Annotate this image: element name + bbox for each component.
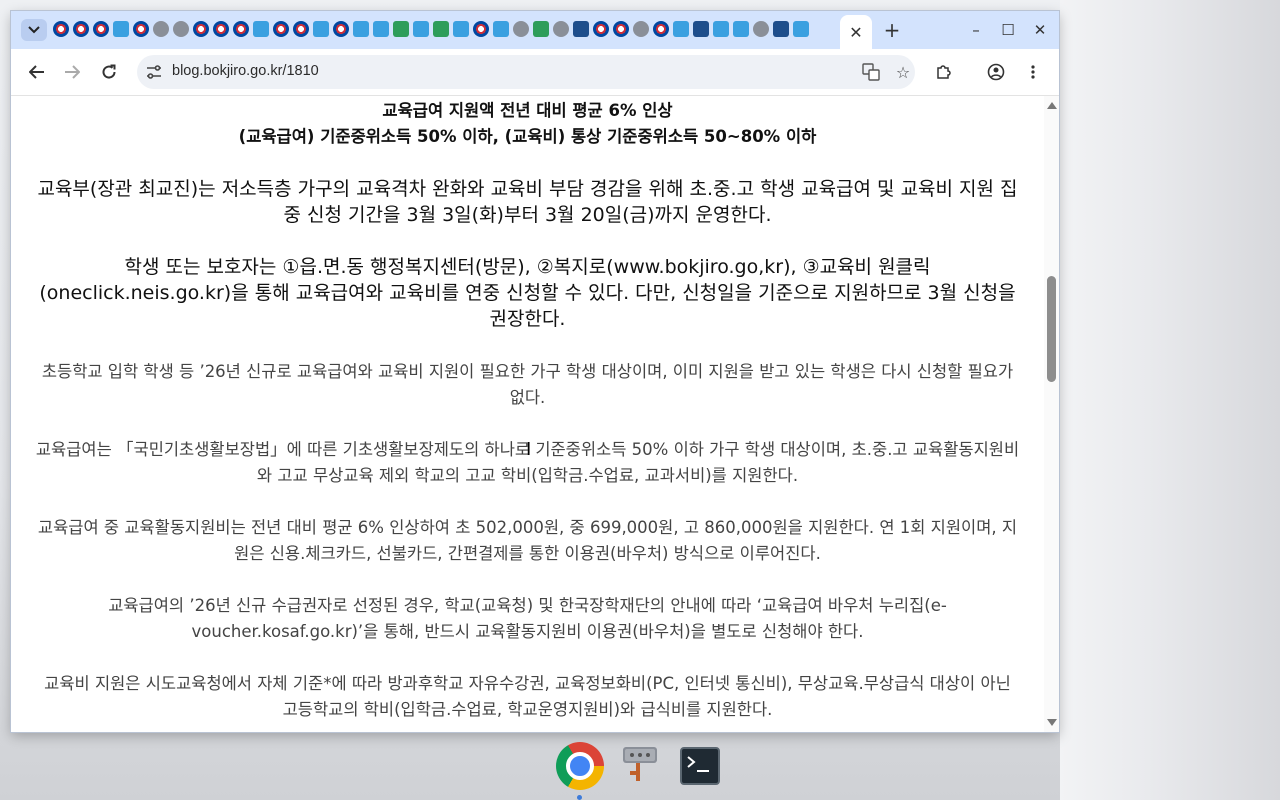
terminal-taskbar-button[interactable] bbox=[674, 740, 726, 792]
tab-favicon[interactable] bbox=[133, 21, 149, 37]
tab-favicon[interactable] bbox=[493, 21, 509, 37]
scroll-up-arrow-icon[interactable] bbox=[1047, 102, 1057, 109]
tab-favicon[interactable] bbox=[153, 21, 169, 37]
article-paragraph: 교육부(장관 최교진)는 저소득층 가구의 교육격차 완화와 교육비 부담 경감… bbox=[37, 178, 1018, 226]
text-cursor-icon: I bbox=[526, 439, 532, 460]
page-content: 교육급여 지원액 전년 대비 평균 6% 인상 (교육급여) 기준중위소득 50… bbox=[11, 96, 1044, 732]
tab-favicon[interactable] bbox=[233, 21, 249, 37]
reload-icon bbox=[102, 64, 116, 79]
forward-button[interactable] bbox=[59, 60, 85, 84]
browser-toolbar: blog.bokjiro.go.kr/1810 ☆ bbox=[11, 49, 1059, 96]
minimize-button[interactable]: – bbox=[964, 19, 988, 41]
scrollbar-thumb[interactable] bbox=[1047, 276, 1056, 382]
translate-icon[interactable] bbox=[861, 62, 881, 82]
address-bar[interactable]: blog.bokjiro.go.kr/1810 ☆ bbox=[137, 55, 915, 89]
scroll-down-arrow-icon[interactable] bbox=[1047, 719, 1057, 726]
article-paragraph: 교육비 지원은 시도교육청에서 자체 기준*에 따라 방과후학교 자유수강권, … bbox=[44, 674, 1011, 719]
tab-favicon[interactable] bbox=[333, 21, 349, 37]
tab-favicons bbox=[53, 21, 809, 39]
network-tool-icon bbox=[623, 747, 657, 781]
terminal-icon bbox=[680, 747, 720, 785]
tab-favicon[interactable] bbox=[593, 21, 609, 37]
close-window-button[interactable]: ✕ bbox=[1028, 19, 1052, 41]
reload-button[interactable] bbox=[96, 60, 122, 84]
extensions-icon[interactable] bbox=[930, 60, 956, 84]
vertical-scrollbar[interactable] bbox=[1044, 96, 1059, 732]
tab-favicon[interactable] bbox=[433, 21, 449, 37]
tab-favicon[interactable] bbox=[473, 21, 489, 37]
browser-window: ✕ + – ☐ ✕ blog.bokjiro.go.kr/1810 ☆ 교육급여… bbox=[11, 11, 1059, 732]
tab-favicon[interactable] bbox=[273, 21, 289, 37]
back-button[interactable] bbox=[24, 60, 50, 84]
chrome-taskbar-button[interactable] bbox=[554, 740, 606, 792]
tab-favicon[interactable] bbox=[93, 21, 109, 37]
chrome-icon bbox=[556, 742, 604, 790]
network-tool-taskbar-button[interactable] bbox=[614, 740, 666, 792]
running-indicator bbox=[577, 795, 582, 800]
tab-favicon[interactable] bbox=[653, 21, 669, 37]
tab-favicon[interactable] bbox=[313, 21, 329, 37]
tab-favicon[interactable] bbox=[193, 21, 209, 37]
tab-favicon[interactable] bbox=[533, 21, 549, 37]
article-paragraph: 학생 또는 보호자는 ①읍.면.동 행정복지센터(방문), ②복지로(www.b… bbox=[39, 256, 1016, 330]
article-subheadline: (교육급여) 기준중위소득 50% 이하, (교육비) 통상 기준중위소득 50… bbox=[238, 127, 817, 146]
tab-favicon[interactable] bbox=[453, 21, 469, 37]
tab-favicon[interactable] bbox=[173, 21, 189, 37]
tab-favicon[interactable] bbox=[353, 21, 369, 37]
tab-favicon[interactable] bbox=[573, 21, 589, 37]
menu-kebab-icon[interactable] bbox=[1020, 60, 1046, 84]
close-tab-icon[interactable]: ✕ bbox=[849, 23, 862, 42]
tab-favicon[interactable] bbox=[73, 21, 89, 37]
tab-favicon[interactable] bbox=[773, 21, 789, 37]
new-tab-button[interactable]: + bbox=[881, 18, 903, 42]
tab-favicon[interactable] bbox=[113, 21, 129, 37]
tab-favicon[interactable] bbox=[253, 21, 269, 37]
chevron-down-icon bbox=[28, 26, 40, 34]
tab-favicon[interactable] bbox=[413, 21, 429, 37]
bookmark-star-icon[interactable]: ☆ bbox=[893, 62, 913, 82]
tab-favicon[interactable] bbox=[633, 21, 649, 37]
url-text[interactable]: blog.bokjiro.go.kr/1810 bbox=[172, 63, 319, 79]
tab-favicon[interactable] bbox=[213, 21, 229, 37]
tab-favicon[interactable] bbox=[373, 21, 389, 37]
tab-search-button[interactable] bbox=[21, 19, 47, 41]
maximize-button[interactable]: ☐ bbox=[996, 19, 1020, 41]
site-info-icon[interactable] bbox=[145, 63, 163, 81]
profile-icon[interactable] bbox=[983, 60, 1009, 84]
tab-favicon[interactable] bbox=[753, 21, 769, 37]
active-tab[interactable]: ✕ bbox=[840, 15, 872, 49]
tab-favicon[interactable] bbox=[53, 21, 69, 37]
tab-favicon[interactable] bbox=[513, 21, 529, 37]
tab-favicon[interactable] bbox=[673, 21, 689, 37]
tab-favicon[interactable] bbox=[793, 21, 809, 37]
tab-favicon[interactable] bbox=[613, 21, 629, 37]
tab-strip: ✕ + – ☐ ✕ bbox=[11, 11, 1059, 49]
tab-favicon[interactable] bbox=[693, 21, 709, 37]
tab-favicon[interactable] bbox=[713, 21, 729, 37]
article-headline: 교육급여 지원액 전년 대비 평균 6% 인상 bbox=[382, 101, 673, 120]
tab-favicon[interactable] bbox=[293, 21, 309, 37]
article-paragraph: 초등학교 입학 학생 등 ’26년 신규로 교육급여와 교육비 지원이 필요한 … bbox=[41, 362, 1014, 407]
article-paragraph: 교육급여의 ’26년 신규 수급권자로 선정된 경우, 학교(교육청) 및 한국… bbox=[108, 596, 947, 641]
tab-favicon[interactable] bbox=[393, 21, 409, 37]
arrow-left-icon bbox=[29, 65, 44, 79]
tab-favicon[interactable] bbox=[733, 21, 749, 37]
tab-favicon[interactable] bbox=[553, 21, 569, 37]
desktop-background bbox=[1060, 0, 1280, 800]
article-paragraph: 교육급여 중 교육활동지원비는 전년 대비 평균 6% 인상하여 초 502,0… bbox=[37, 518, 1018, 563]
arrow-right-icon bbox=[65, 65, 80, 79]
